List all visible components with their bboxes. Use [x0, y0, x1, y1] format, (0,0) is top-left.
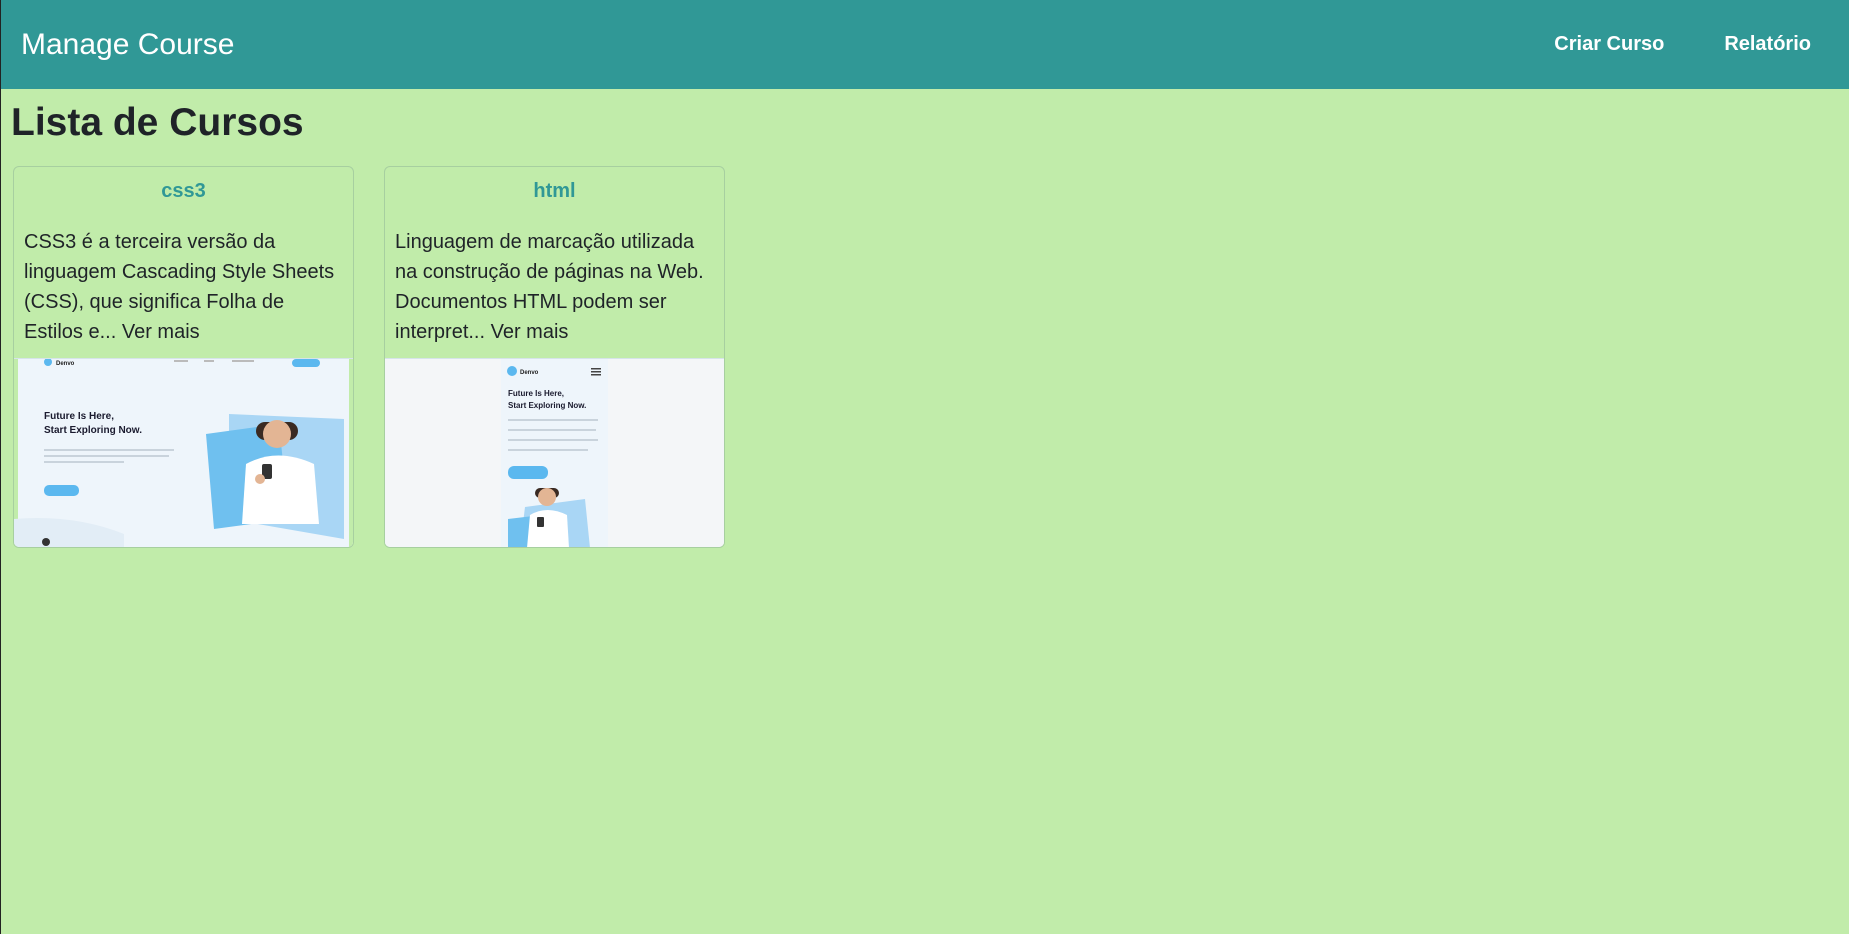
course-description: CSS3 é a terceira versão da linguagem Ca…	[14, 227, 353, 347]
thumb-heading-1: Future Is Here,	[44, 411, 114, 422]
course-card[interactable]: css3 CSS3 é a terceira versão da linguag…	[13, 166, 354, 548]
nav-relatorio-link[interactable]: Relatório	[1724, 33, 1811, 56]
course-card[interactable]: html Linguagem de marcação utilizada na …	[384, 166, 725, 548]
course-title[interactable]: html	[385, 180, 724, 203]
course-thumbnail[interactable]: Denvo Future Is Here, Start Exploring No…	[385, 358, 724, 547]
brand-title[interactable]: Manage Course	[21, 28, 234, 62]
course-thumbnail-image: Denvo Future Is Here, Start Exploring No…	[385, 359, 724, 547]
thumb-heading-1: Future Is Here,	[508, 389, 564, 398]
ver-mais-link[interactable]: Ver mais	[122, 321, 200, 343]
thumb-brand: Denvo	[56, 361, 75, 367]
course-title[interactable]: css3	[14, 180, 353, 203]
thumb-heading-2: Start Exploring Now.	[44, 425, 142, 436]
course-thumbnail[interactable]: Denvo Future Is Here, Start Exploring No…	[14, 358, 353, 547]
thumb-brand: Denvo	[520, 370, 539, 376]
course-list: css3 CSS3 é a terceira versão da linguag…	[13, 166, 1849, 548]
thumb-heading-2: Start Exploring Now.	[508, 401, 586, 410]
navbar: Manage Course Criar Curso Relatório	[1, 0, 1849, 89]
nav-criar-curso-link[interactable]: Criar Curso	[1554, 33, 1664, 56]
ver-mais-link[interactable]: Ver mais	[491, 321, 569, 343]
course-thumbnail-image: Denvo Future Is Here, Start Exploring No…	[14, 359, 353, 547]
course-description: Linguagem de marcação utilizada na const…	[385, 227, 724, 347]
nav-links: Criar Curso Relatório	[1554, 33, 1829, 56]
page-title: Lista de Cursos	[11, 101, 304, 144]
